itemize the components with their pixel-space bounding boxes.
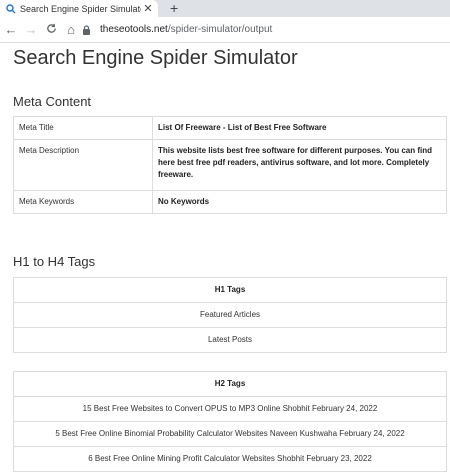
- meta-title-label: Meta Title: [13, 116, 153, 140]
- meta-description-label: Meta Description: [13, 139, 153, 191]
- h1-h4-heading: H1 to H4 Tags: [13, 254, 96, 269]
- table-row: Meta Description This website lists best…: [13, 139, 447, 191]
- browser-tab[interactable]: Search Engine Spider Simulator | ✕: [0, 0, 158, 17]
- tab-strip: Search Engine Spider Simulator | ✕ +: [0, 0, 450, 17]
- meta-description-value: This website lists best free software fo…: [152, 139, 447, 191]
- list-item: Latest Posts: [14, 327, 446, 352]
- h1-tags-table: H1 Tags Featured Articles Latest Posts: [13, 277, 447, 353]
- h1-tags-header: H1 Tags: [214, 285, 246, 294]
- meta-table: Meta Title List Of Freeware - List of Be…: [13, 116, 447, 214]
- url-field[interactable]: theseotools.net/spider-simulator/output: [82, 20, 450, 39]
- forward-arrow-icon[interactable]: →: [22, 22, 40, 37]
- page-title: Search Engine Spider Simulator: [13, 47, 298, 69]
- meta-keywords-label: Meta Keywords: [13, 190, 153, 214]
- h2-tags-header: H2 Tags: [214, 379, 246, 388]
- list-item: 15 Best Free Websites to Convert OPUS to…: [14, 396, 446, 421]
- back-arrow-icon[interactable]: ←: [2, 22, 20, 37]
- list-item: 5 Best Free Online Binomial Probability …: [14, 421, 446, 446]
- lock-icon[interactable]: [82, 24, 92, 35]
- meta-content-heading: Meta Content: [13, 94, 92, 109]
- new-tab-button[interactable]: +: [170, 0, 178, 17]
- search-icon: [6, 3, 16, 14]
- address-bar: ← → ⌂ theseotools.net/spider-simulator/o…: [0, 17, 450, 43]
- meta-title-value: List Of Freeware - List of Best Free Sof…: [152, 116, 447, 140]
- home-icon[interactable]: ⌂: [62, 22, 80, 37]
- close-icon[interactable]: ✕: [141, 2, 155, 15]
- reload-icon[interactable]: [42, 22, 60, 37]
- page-content: Search Engine Spider Simulator: [0, 43, 450, 70]
- tab-title: Search Engine Spider Simulator |: [20, 3, 141, 14]
- table-row: Meta Title List Of Freeware - List of Be…: [13, 116, 447, 140]
- h2-tags-table: H2 Tags 15 Best Free Websites to Convert…: [13, 371, 447, 472]
- list-item: 6 Best Free Online Mining Profit Calcula…: [14, 446, 446, 471]
- meta-keywords-value: No Keywords: [152, 190, 447, 214]
- list-item: Featured Articles: [14, 302, 446, 327]
- url-host: theseotools.net: [100, 24, 168, 35]
- table-row: Meta Keywords No Keywords: [13, 190, 447, 214]
- url-path: /spider-simulator/output: [167, 24, 273, 35]
